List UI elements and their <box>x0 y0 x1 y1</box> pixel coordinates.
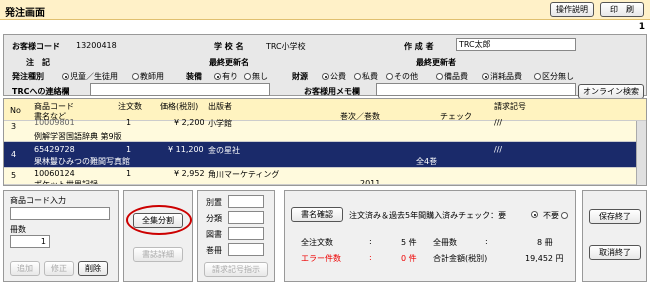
table-row[interactable]: 5 10060124 1 ¥ 2,952 角川マーケティング ポケット世界記録 … <box>4 168 646 185</box>
radio-icon[interactable] <box>534 73 541 80</box>
bunrui-field[interactable] <box>228 211 264 224</box>
header-publisher: 出版者 <box>208 102 232 111</box>
header-request: 請求記号 <box>494 102 526 111</box>
check-option-no[interactable]: 不要 <box>543 210 569 221</box>
radio-icon[interactable] <box>322 73 329 80</box>
title-confirm-button[interactable]: 書名確認 <box>291 207 343 222</box>
qty-label: 冊数 <box>10 225 26 234</box>
table-header: No 商品コード 書名など 注文数 価格(税別) 出版者 巻次／巻数 チェック … <box>4 99 646 121</box>
school-label: 学 校 名 <box>214 42 244 51</box>
trc-contact-field[interactable] <box>90 83 270 96</box>
radio-icon[interactable] <box>482 73 489 80</box>
modify-button[interactable]: 修正 <box>44 261 74 276</box>
cancel-exit-button[interactable]: 取消終了 <box>589 245 641 260</box>
window-title: 発注画面 <box>5 8 45 19</box>
category-option-equipment[interactable]: 備品費 <box>436 71 468 82</box>
header-no: No <box>10 106 21 115</box>
radio-icon[interactable] <box>132 73 139 80</box>
trc-contact-label: TRCへの連絡欄 <box>12 87 70 96</box>
binding-option-no[interactable]: 無し <box>244 71 268 82</box>
header-qty: 注文数 <box>118 102 142 111</box>
table-scrollbar[interactable] <box>636 121 646 185</box>
errors-label: エラー件数 <box>301 254 341 263</box>
print-button[interactable]: 印 刷 <box>600 2 644 17</box>
category-option-none[interactable]: 区分無し <box>534 71 574 82</box>
total-amount-label: 合計金額(税別) <box>433 254 488 263</box>
radio-icon[interactable] <box>531 211 538 218</box>
radio-icon[interactable] <box>244 73 251 80</box>
entry-panel: 商品コード入力 冊数 1 追加 修正 削除 <box>3 190 119 282</box>
add-button[interactable]: 追加 <box>10 261 40 276</box>
school-name: TRC小学校 <box>266 42 306 51</box>
request-code-button[interactable]: 請求記号指示 <box>204 262 268 277</box>
notes-label: 注 記 <box>26 58 50 67</box>
qty-input[interactable]: 1 <box>10 235 50 248</box>
code-input-label: 商品コード入力 <box>10 196 66 205</box>
total-books-label: 全冊数 <box>433 238 457 247</box>
order-info-panel: お客様コード 13200418 学 校 名 TRC小学校 作 成 者 TRC太郎… <box>3 34 647 96</box>
binding-label: 装備 <box>186 72 202 81</box>
radio-icon[interactable] <box>561 212 568 219</box>
memo-field[interactable] <box>376 83 576 96</box>
bechi-field[interactable] <box>228 195 264 208</box>
header-price: 価格(税別) <box>160 102 199 111</box>
radio-icon[interactable] <box>214 73 221 80</box>
category-option-consumable[interactable]: 消耗品費 <box>482 71 522 82</box>
kansatsu-label: 巻冊 <box>206 246 222 255</box>
customer-code-label: お客様コード <box>12 42 60 51</box>
check-text: 注文済み＆過去5年間購入済みチェック：要 <box>349 211 507 220</box>
creator-field[interactable]: TRC太郎 <box>456 38 576 51</box>
tosho-label: 図書 <box>206 230 222 239</box>
table-row[interactable]: 3 10009801 1 ¥ 2,200 小学館 例解学習国語辞典 第9版 //… <box>4 118 646 142</box>
total-amount: 19,452 円 <box>525 254 564 263</box>
creator-label: 作 成 者 <box>404 42 434 51</box>
order-table: No 商品コード 書名など 注文数 価格(税別) 出版者 巻次／巻数 チェック … <box>3 98 647 186</box>
radio-icon[interactable] <box>386 73 393 80</box>
classification-panel: 別置 分類 図書 巻冊 請求記号指示 <box>197 190 275 282</box>
bunrui-label: 分類 <box>206 214 222 223</box>
radio-icon[interactable] <box>436 73 443 80</box>
funds-label: 財源 <box>292 72 308 81</box>
split-panel: 全集分割 書誌詳細 <box>123 190 193 282</box>
total-books: 8 冊 <box>537 238 553 247</box>
online-search-button[interactable]: オンライン検索 <box>578 84 644 99</box>
error-count: 0 件 <box>401 254 417 263</box>
detail-button[interactable]: 書誌詳細 <box>133 247 183 262</box>
funds-option-private[interactable]: 私費 <box>354 71 378 82</box>
highlight-ellipse <box>126 205 192 235</box>
actions-panel: 保存終了 取消終了 <box>582 190 647 282</box>
save-exit-button[interactable]: 保存終了 <box>589 209 641 224</box>
summary-panel: 書名確認 注文済み＆過去5年間購入済みチェック：要 不要 全注文数 : 5 件 … <box>284 190 576 282</box>
tosho-field[interactable] <box>228 227 264 240</box>
total-orders: 5 件 <box>401 238 417 247</box>
last-updated-label: 最終更新名 <box>209 58 249 67</box>
check-option-yes[interactable] <box>531 210 539 219</box>
order-type-label: 発注種別 <box>12 72 44 81</box>
last-updater-label: 最終更新者 <box>416 58 456 67</box>
table-row-selected[interactable]: 4 65429728 1 ¥ 11,200 金の星社 果林鬘ひみつの難間写真館 … <box>4 142 646 168</box>
funds-option-other[interactable]: その他 <box>386 71 418 82</box>
help-button[interactable]: 操作説明 <box>550 2 594 17</box>
binding-option-yes[interactable]: 有り <box>214 71 238 82</box>
page-number: 1 <box>638 22 645 32</box>
product-code-input[interactable] <box>10 207 110 220</box>
funds-option-public[interactable]: 公費 <box>322 71 346 82</box>
delete-button[interactable]: 削除 <box>78 261 108 276</box>
radio-icon[interactable] <box>62 73 69 80</box>
order-type-option-student[interactable]: 児童／生徒用 <box>62 71 118 82</box>
total-orders-label: 全注文数 <box>301 238 333 247</box>
customer-code: 13200418 <box>76 41 117 50</box>
order-type-option-teacher[interactable]: 教師用 <box>132 71 164 82</box>
radio-icon[interactable] <box>354 73 361 80</box>
bechi-label: 別置 <box>206 198 222 207</box>
memo-label: お客様用メモ欄 <box>304 87 360 96</box>
kansatsu-field[interactable] <box>228 243 264 256</box>
